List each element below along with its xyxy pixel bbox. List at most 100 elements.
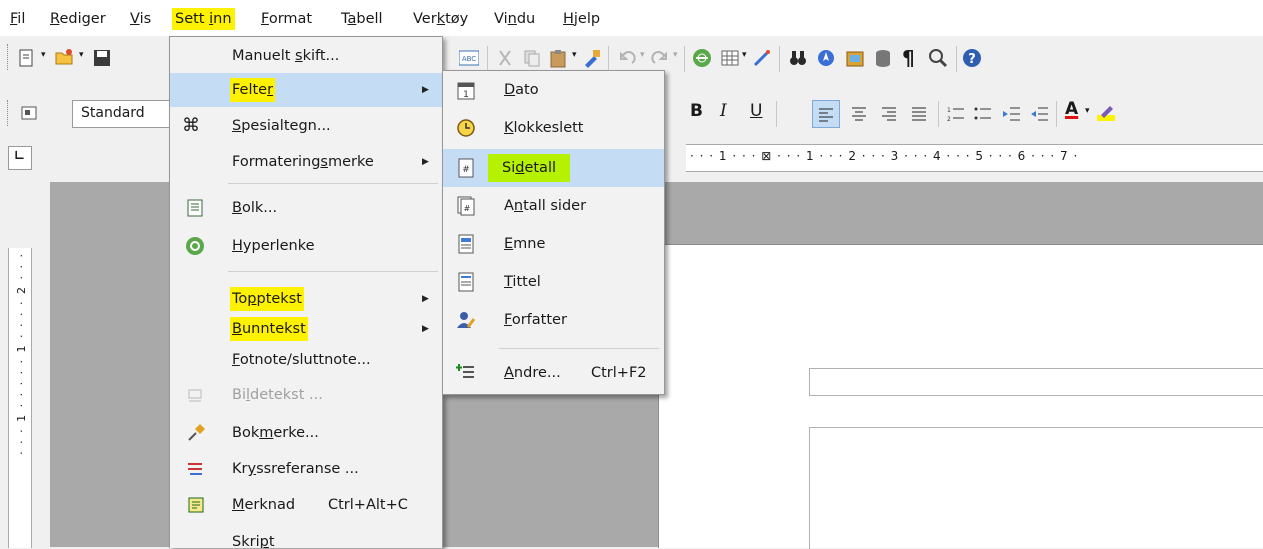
font-color-dropdown-icon[interactable]: ▾ (1085, 106, 1090, 116)
sett-inn-menu: Manuelt skift... Felter ▶ ⌘ Spesialtegn.… (169, 36, 443, 548)
toolbar-grip[interactable] (7, 44, 10, 70)
vruler-ticks: · · · 1 · · · · · 1 · · · · 2 · · · (15, 252, 28, 455)
menuitem-forfatter[interactable]: Forfatter (443, 303, 664, 337)
menu-format[interactable]: Format (258, 8, 315, 30)
menu-fil[interactable]: Fil (7, 8, 28, 30)
styles-icon[interactable] (20, 103, 40, 123)
merknad-shortcut: Ctrl+Alt+C (328, 497, 408, 513)
align-center-icon[interactable] (849, 104, 869, 124)
justify-icon[interactable] (909, 104, 929, 124)
paste-dropdown-icon[interactable]: ▾ (572, 50, 577, 60)
clock-icon (457, 119, 475, 137)
menuitem-andre[interactable]: Andre... Ctrl+F2 (443, 356, 664, 390)
menu-sett-inn[interactable]: Sett inn (172, 8, 235, 30)
decrease-indent-icon[interactable] (1002, 104, 1022, 124)
menu-vindu[interactable]: Vindu (491, 8, 538, 30)
paragraph-style-select[interactable]: Standard (72, 100, 184, 128)
menuitem-spesialtegn[interactable]: ⌘ Spesialtegn... (170, 109, 442, 143)
undo-dropdown-icon[interactable]: ▾ (640, 50, 645, 60)
section-icon (187, 199, 203, 217)
toolbar-grip[interactable] (7, 100, 10, 126)
vertical-ruler[interactable]: · · · 1 · · · · · 1 · · · · 2 · · · (8, 248, 32, 548)
new-dropdown-icon[interactable]: ▾ (41, 50, 46, 60)
redo-dropdown-icon[interactable]: ▾ (673, 50, 678, 60)
font-color-icon[interactable]: A (1065, 99, 1078, 119)
document-page[interactable] (658, 244, 1263, 549)
menuitem-antall-sider[interactable]: # Antall sider (443, 189, 664, 223)
new-document-icon[interactable] (17, 48, 37, 68)
menu-vis[interactable]: Vis (127, 8, 154, 30)
hyperlink-toolbar-icon[interactable] (692, 48, 712, 68)
submenu-arrow-icon: ▶ (422, 324, 429, 334)
menuitem-merknad[interactable]: Merknad Ctrl+Alt+C (170, 488, 442, 522)
menuitem-kryssreferanse[interactable]: Kryssreferanse ... (170, 452, 442, 486)
save-icon[interactable] (92, 48, 112, 68)
open-folder-icon[interactable] (54, 47, 74, 67)
redo-icon[interactable] (650, 48, 670, 68)
copy-icon[interactable] (522, 48, 542, 68)
comment-icon (188, 497, 204, 513)
menuitem-hyperlenke[interactable]: Hyperlenke (170, 229, 442, 263)
menuitem-formateringsmerke[interactable]: Formateringsmerke ▶ (170, 145, 442, 179)
table-icon[interactable] (720, 48, 740, 68)
menuitem-dato[interactable]: 1 Dato (443, 73, 664, 107)
felter-submenu: 1 Dato Klokkeslett # Sidetall # Antall s… (442, 70, 665, 395)
menuitem-bildetekst[interactable]: Bildetekst ... (170, 378, 442, 412)
menuitem-manuelt-skift[interactable]: Manuelt skift... (170, 39, 442, 73)
tab-stop-selector[interactable]: ∟ (8, 146, 32, 170)
highlighting-icon[interactable] (1096, 103, 1116, 123)
open-dropdown-icon[interactable]: ▾ (79, 50, 84, 60)
menu-verktoy[interactable]: Verktøy (410, 8, 471, 30)
svg-text:2: 2 (947, 116, 951, 123)
underline-button[interactable]: U (750, 101, 762, 121)
cut-icon[interactable] (495, 48, 515, 68)
menuitem-klokkeslett[interactable]: Klokkeslett (443, 111, 664, 145)
text-area[interactable] (809, 427, 1263, 549)
svg-text:#: # (462, 165, 470, 175)
menuitem-tittel[interactable]: Tittel (443, 265, 664, 299)
find-binoculars-icon[interactable] (788, 48, 808, 68)
menuitem-bolk[interactable]: Bolk... (170, 191, 442, 225)
horizontal-ruler[interactable]: · · · 1 · · · ⊠ · · · 1 · · · 2 · · · 3 … (686, 144, 1263, 172)
caption-icon (188, 389, 202, 402)
clone-formatting-icon[interactable] (582, 48, 602, 68)
bullet-list-icon[interactable] (973, 104, 993, 124)
menuitem-bunntekst[interactable]: Bunntekst ▶ (170, 312, 442, 346)
navigator-icon[interactable] (816, 48, 836, 68)
table-dropdown-icon[interactable]: ▾ (742, 50, 747, 60)
menu-rediger[interactable]: Rediger (47, 8, 109, 30)
bold-button[interactable]: B (690, 101, 703, 121)
submenu-arrow-icon: ▶ (422, 85, 429, 95)
special-char-icon: ⌘ (182, 115, 200, 136)
menuitem-topptekst[interactable]: Topptekst ▶ (170, 282, 442, 316)
paste-icon[interactable] (548, 48, 568, 68)
page-count-icon: # (457, 196, 475, 216)
menubar: Fil Rediger Vis Sett inn Format Tabell V… (0, 0, 1263, 36)
paragraph-style-value: Standard (81, 105, 145, 121)
help-icon[interactable]: ? (962, 48, 982, 68)
menuitem-bokmerke[interactable]: Bokmerke... (170, 416, 442, 450)
undo-icon[interactable] (617, 48, 637, 68)
align-right-icon[interactable] (879, 104, 899, 124)
data-sources-icon[interactable] (873, 48, 893, 68)
menuitem-emne[interactable]: Emne (443, 227, 664, 261)
menuitem-sidetall[interactable]: # Sidetall (443, 149, 664, 187)
menuitem-fotnote[interactable]: Fotnote/sluttnote... (170, 343, 442, 377)
align-left-button[interactable] (812, 100, 840, 128)
menuitem-skript[interactable]: Skript (170, 525, 442, 548)
menu-hjelp[interactable]: Hjelp (560, 8, 603, 30)
menu-tabell[interactable]: Tabell (338, 8, 386, 30)
formatting-marks-icon[interactable]: ¶ (902, 46, 915, 70)
svg-text:?: ? (968, 52, 976, 67)
gallery-icon[interactable] (845, 48, 865, 68)
submenu-arrow-icon: ▶ (422, 157, 429, 167)
spelling-icon[interactable]: ABC (459, 48, 479, 68)
italic-button[interactable]: I (720, 101, 727, 121)
increase-indent-icon[interactable] (1030, 104, 1050, 124)
cross-reference-icon (188, 463, 202, 475)
numbered-list-icon[interactable]: 12 (946, 104, 966, 124)
draw-icon[interactable] (752, 48, 772, 68)
header-area[interactable] (809, 368, 1263, 396)
menuitem-felter[interactable]: Felter ▶ (170, 73, 442, 107)
zoom-icon[interactable] (928, 48, 948, 68)
